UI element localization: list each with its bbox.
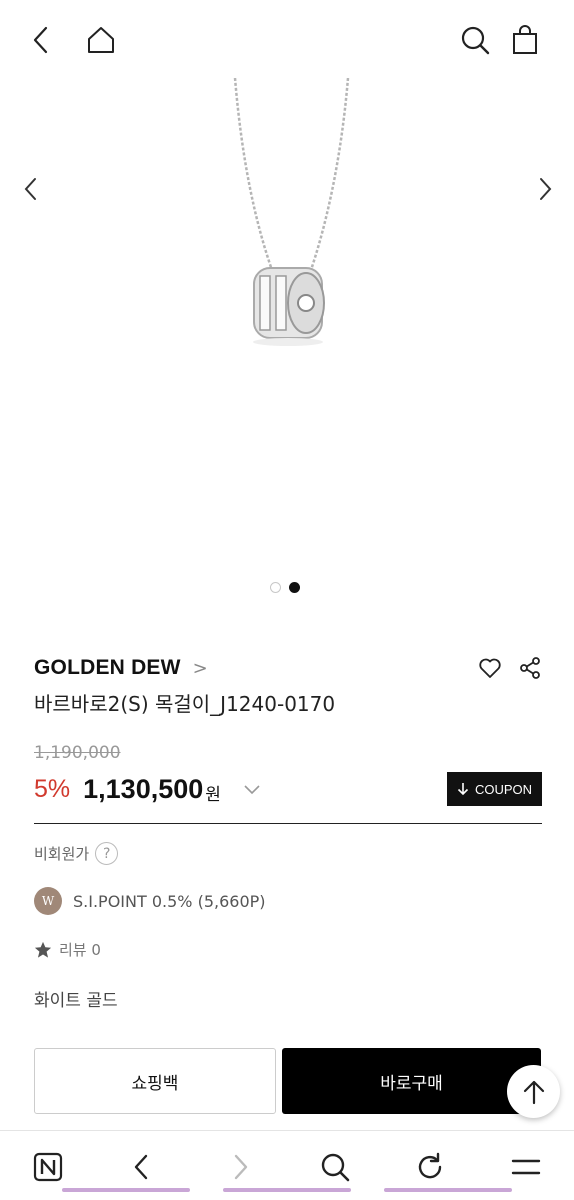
price-detail-toggle[interactable] bbox=[243, 780, 261, 799]
back-chevron-icon bbox=[33, 26, 48, 54]
chevron-left-icon bbox=[24, 178, 36, 200]
shopping-bag-icon bbox=[513, 25, 537, 54]
brand-link[interactable]: GOLDEN DEW bbox=[34, 656, 181, 680]
product-name: 바르바로2(S) 목걸이_J1240-0170 bbox=[34, 692, 336, 716]
download-arrow-icon bbox=[457, 783, 469, 796]
nonmember-label: 비회원가 bbox=[34, 845, 90, 863]
gallery-next-button[interactable] bbox=[530, 174, 560, 204]
color-option-label: 화이트 골드 bbox=[34, 991, 118, 1011]
search-icon bbox=[461, 26, 490, 55]
pagination-dot-2-active[interactable] bbox=[289, 582, 300, 593]
forward-chevron-icon bbox=[234, 1154, 248, 1180]
browser-search-button[interactable] bbox=[315, 1147, 355, 1187]
product-actions bbox=[478, 656, 542, 680]
gallery-pagination bbox=[270, 582, 300, 593]
naver-n-icon bbox=[33, 1152, 63, 1182]
review-count: 리뷰 0 bbox=[59, 941, 101, 959]
back-chevron-icon bbox=[134, 1154, 148, 1180]
shopping-bag-button[interactable]: 쇼핑백 bbox=[34, 1048, 276, 1114]
review-row[interactable]: 리뷰 0 bbox=[34, 939, 542, 960]
scroll-to-top-button[interactable] bbox=[507, 1065, 560, 1118]
product-image-gallery[interactable] bbox=[0, 78, 574, 608]
point-row: W S.I.POINT 0.5% (5,660P) bbox=[34, 887, 542, 915]
top-app-bar bbox=[0, 0, 574, 78]
search-icon bbox=[321, 1153, 350, 1182]
gallery-prev-button[interactable] bbox=[16, 174, 46, 204]
arrow-up-icon bbox=[523, 1080, 544, 1104]
toolbar-indicator bbox=[223, 1188, 351, 1192]
divider bbox=[34, 823, 542, 824]
brand-row: GOLDEN DEW > bbox=[34, 650, 542, 686]
discount-rate: 5% bbox=[34, 774, 71, 803]
purchase-bar: 쇼핑백 바로구매 bbox=[0, 1028, 574, 1128]
cart-button[interactable] bbox=[505, 20, 545, 60]
original-price: 1,190,000 bbox=[34, 743, 121, 763]
currency-label: 원 bbox=[205, 784, 221, 805]
chevron-right-icon bbox=[540, 178, 552, 200]
nonmember-price-row: 비회원가 ? bbox=[34, 842, 542, 865]
back-button[interactable] bbox=[22, 20, 62, 60]
refresh-icon bbox=[418, 1152, 442, 1179]
home-button[interactable] bbox=[81, 20, 121, 60]
home-icon bbox=[88, 27, 114, 53]
naver-home-button[interactable] bbox=[28, 1147, 68, 1187]
help-icon[interactable]: ? bbox=[95, 842, 119, 865]
toolbar-indicator bbox=[62, 1188, 190, 1192]
coupon-button[interactable]: COUPON bbox=[447, 772, 542, 806]
product-image-necklace bbox=[233, 78, 350, 346]
chevron-down-icon bbox=[244, 784, 260, 794]
hamburger-menu-icon bbox=[511, 1159, 541, 1175]
share-icon[interactable] bbox=[518, 656, 542, 680]
browser-back-button[interactable] bbox=[122, 1147, 162, 1187]
buy-now-label: 바로구매 bbox=[380, 1073, 443, 1094]
product-info: GOLDEN DEW > 바르바로2(S) 목걸이_J1240-0170 1,1… bbox=[34, 650, 542, 1011]
chevron-right-icon[interactable]: > bbox=[193, 658, 208, 679]
search-button[interactable] bbox=[455, 20, 495, 60]
point-logo-icon: W bbox=[34, 887, 62, 915]
browser-refresh-button[interactable] bbox=[410, 1147, 450, 1187]
shopping-bag-label: 쇼핑백 bbox=[131, 1073, 179, 1094]
toolbar-indicator bbox=[384, 1188, 512, 1192]
coupon-label: COUPON bbox=[474, 781, 533, 797]
buy-now-button[interactable]: 바로구매 bbox=[282, 1048, 541, 1114]
pagination-dot-1[interactable] bbox=[270, 582, 281, 593]
price-row: 5% 1,130,500 원 COUPON bbox=[34, 769, 542, 809]
browser-toolbar bbox=[0, 1130, 574, 1200]
browser-menu-button[interactable] bbox=[506, 1147, 546, 1187]
star-icon bbox=[34, 941, 52, 958]
browser-forward-button[interactable] bbox=[220, 1147, 260, 1187]
sale-price: 1,130,500 bbox=[83, 773, 204, 804]
point-text: S.I.POINT 0.5% (5,660P) bbox=[73, 891, 266, 911]
heart-icon[interactable] bbox=[478, 656, 502, 680]
